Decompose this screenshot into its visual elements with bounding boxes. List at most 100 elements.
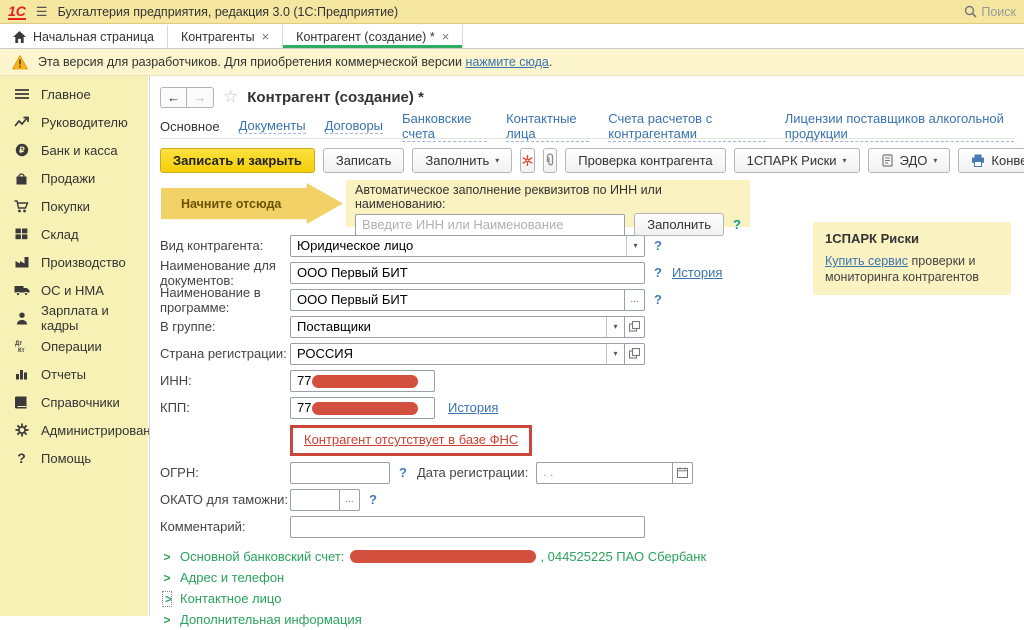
calendar-icon[interactable] xyxy=(673,462,693,484)
help-icon[interactable]: ? xyxy=(654,292,662,307)
check-contractor-button[interactable]: Проверка контрагента xyxy=(565,148,725,173)
sidebar-item-prodazhi[interactable]: Продажи xyxy=(0,164,148,192)
buy-service-link[interactable]: Купить сервис xyxy=(825,254,908,268)
titlebar: 1С ☰ Бухгалтерия предприятия, редакция 3… xyxy=(0,0,1024,24)
choose-button[interactable]: ... xyxy=(340,489,360,511)
chevron-right-icon[interactable]: > xyxy=(162,550,172,564)
kpp-input[interactable]: 77 xyxy=(290,397,435,419)
chevron-down-icon[interactable]: ▾ xyxy=(606,344,624,364)
name-program-input[interactable]: ООО Первый БИТ xyxy=(290,289,625,311)
name-docs-history-link[interactable]: История xyxy=(672,265,722,280)
field-kpp-row: КПП: 77 История xyxy=(160,394,1014,421)
sidebar-item-otchety[interactable]: Отчеты xyxy=(0,360,148,388)
open-icon[interactable] xyxy=(625,316,645,338)
tab-home-label: Начальная страница xyxy=(33,30,154,44)
help-icon[interactable]: ? xyxy=(399,465,407,480)
open-icon[interactable] xyxy=(625,343,645,365)
sidebar-item-spravochniki[interactable]: Справочники xyxy=(0,388,148,416)
tab-home[interactable]: Начальная страница xyxy=(0,25,168,48)
reg-date-input[interactable]: . . xyxy=(536,462,673,484)
attachments-button[interactable] xyxy=(543,148,557,173)
sidebar-item-sklad[interactable]: Склад xyxy=(0,220,148,248)
help-icon[interactable]: ? xyxy=(369,492,377,507)
svg-text:Дт: Дт xyxy=(15,341,22,347)
inn-input[interactable]: 77 xyxy=(290,370,435,392)
chevron-down-icon[interactable]: ▾ xyxy=(606,317,624,337)
tab-dogovory[interactable]: Договоры xyxy=(325,118,383,134)
start-here-arrow: Начните отсюда xyxy=(161,183,343,224)
sidebar-item-pomosch[interactable]: ? Помощь xyxy=(0,444,148,472)
tab-kontaktnye-lica[interactable]: Контактные лица xyxy=(506,111,589,142)
tab-licenzii-postavschikov[interactable]: Лицензии поставщиков алкогольной продукц… xyxy=(785,111,1014,142)
forward-button[interactable]: → xyxy=(187,87,214,108)
chevron-right-icon[interactable]: > xyxy=(162,613,172,627)
help-icon[interactable]: ? xyxy=(654,238,662,253)
dev-version-warning: Эта версия для разработчиков. Для приобр… xyxy=(0,49,1024,76)
search-label: Поиск xyxy=(981,5,1016,19)
chevron-right-icon[interactable]: > xyxy=(162,571,172,585)
spark-risks-dropdown-button[interactable]: 1СПАРК Риски▾ xyxy=(734,148,860,173)
close-icon[interactable]: × xyxy=(442,29,450,44)
section-address-phone[interactable]: > Адрес и телефон xyxy=(162,567,1014,588)
save-button[interactable]: Записать xyxy=(323,148,405,173)
redacted-value xyxy=(312,402,418,415)
warning-icon xyxy=(12,55,28,70)
name-docs-input[interactable]: ООО Первый БИТ xyxy=(290,262,645,284)
spark-check-button[interactable] xyxy=(520,148,535,173)
tab-contractors[interactable]: Контрагенты × xyxy=(168,25,283,48)
envelope-button[interactable]: Конверт xyxy=(958,148,1024,173)
sidebar-item-administrirovanie[interactable]: Администрирование xyxy=(0,416,148,444)
comment-input[interactable] xyxy=(290,516,645,538)
buy-commercial-link[interactable]: нажмите сюда xyxy=(465,55,548,69)
tab-osnovnoe[interactable]: Основное xyxy=(160,119,220,134)
section-additional-info[interactable]: > Дополнительная информация xyxy=(162,609,1014,630)
main-menu-icon[interactable]: ☰ xyxy=(36,4,48,20)
menu-icon xyxy=(13,88,30,100)
help-icon[interactable]: ? xyxy=(733,217,741,232)
sidebar-item-pokupki[interactable]: Покупки xyxy=(0,192,148,220)
autofill-fill-button[interactable]: Заполнить xyxy=(634,213,724,236)
tab-contractor-new[interactable]: Контрагент (создание) * × xyxy=(283,25,463,48)
tab-contractor-new-label: Контрагент (создание) * xyxy=(296,30,435,44)
sidebar-item-bank-i-kassa[interactable]: ₽ Банк и касса xyxy=(0,136,148,164)
kind-select[interactable]: Юридическое лицо ▾ xyxy=(290,235,645,257)
inn-or-name-input[interactable] xyxy=(355,214,625,236)
sidebar-item-os-i-nma[interactable]: ОС и НМА xyxy=(0,276,148,304)
group-select[interactable]: Поставщики ▾ xyxy=(290,316,625,338)
save-and-close-button[interactable]: Записать и закрыть xyxy=(160,148,315,173)
global-search[interactable]: Поиск xyxy=(964,5,1016,19)
sidebar-item-zarplata-i-kadry[interactable]: Зарплата и кадры xyxy=(0,304,148,332)
help-icon[interactable]: ? xyxy=(654,265,662,280)
window-tabbar: Начальная страница Контрагенты × Контраг… xyxy=(0,25,1024,49)
chevron-right-icon[interactable]: > xyxy=(162,591,172,607)
truck-icon xyxy=(13,284,30,296)
section-bank-account[interactable]: > Основной банковский счет: , 044525225 … xyxy=(162,546,1014,567)
chevron-down-icon[interactable]: ▾ xyxy=(626,236,644,256)
chevron-down-icon: ▾ xyxy=(495,156,499,165)
fill-dropdown-button[interactable]: Заполнить▾ xyxy=(412,148,512,173)
name-program-label: Наименование в программе: xyxy=(160,285,290,315)
fns-status-link[interactable]: Контрагент отсутствует в базе ФНС xyxy=(304,432,518,447)
edo-dropdown-button[interactable]: ЭДО▾ xyxy=(868,148,951,173)
tab-scheta-raschetov[interactable]: Счета расчетов с контрагентами xyxy=(608,111,765,142)
sidebar-item-operacii[interactable]: ДтКт Операции xyxy=(0,332,148,360)
sidebar-item-rukovoditelyu[interactable]: Руководителю xyxy=(0,108,148,136)
autofill-label: Автоматическое заполнение реквизитов по … xyxy=(355,183,741,211)
choose-button[interactable]: ... xyxy=(625,289,645,311)
close-icon[interactable]: × xyxy=(262,29,270,44)
country-select[interactable]: РОССИЯ ▾ xyxy=(290,343,625,365)
ogrn-input[interactable] xyxy=(290,462,390,484)
kpp-history-link[interactable]: История xyxy=(448,400,498,415)
tab-dokumenty[interactable]: Документы xyxy=(239,118,306,134)
favorite-star-icon[interactable]: ☆ xyxy=(223,87,238,107)
tab-bankovskie-scheta[interactable]: Банковские счета xyxy=(402,111,487,142)
sidebar-item-glavnoe[interactable]: Главное xyxy=(0,80,148,108)
okato-label: ОКАТО для таможни: xyxy=(160,492,290,507)
section-contact-person[interactable]: > Контактное лицо xyxy=(162,588,1014,609)
sidebar-item-proizvodstvo[interactable]: Производство xyxy=(0,248,148,276)
dtkt-icon: ДтКт xyxy=(13,339,30,353)
okato-input[interactable] xyxy=(290,489,340,511)
back-button[interactable]: ← xyxy=(160,87,187,108)
field-okato-row: ОКАТО для таможни: ... ? xyxy=(160,486,1014,513)
field-group-row: В группе: Поставщики ▾ xyxy=(160,313,1014,340)
